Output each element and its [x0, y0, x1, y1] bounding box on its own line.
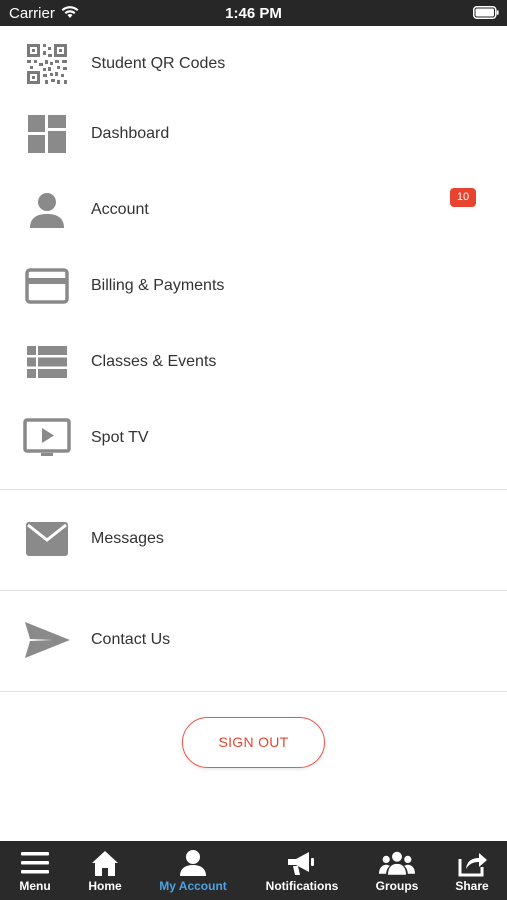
- menu-item-messages[interactable]: Messages: [0, 503, 507, 575]
- tab-notifications[interactable]: Notifications: [258, 841, 346, 900]
- person-icon: [22, 185, 72, 235]
- tab-home[interactable]: Home: [70, 841, 140, 900]
- menu-item-label: Spot TV: [91, 429, 149, 446]
- tv-play-icon: [22, 413, 72, 463]
- menu-item-label: Account: [91, 201, 149, 218]
- envelope-icon: [22, 514, 72, 564]
- share-icon: [458, 853, 487, 877]
- menu-item-label: Dashboard: [91, 125, 170, 142]
- send-icon: [22, 615, 72, 665]
- credit-card-icon: [22, 261, 72, 311]
- account-notification-badge: 10: [450, 188, 476, 207]
- status-bar: Carrier 1:46 PM: [0, 0, 507, 26]
- divider: [0, 691, 507, 692]
- tab-label: Share: [455, 879, 489, 893]
- menu-item-spot-tv[interactable]: Spot TV: [0, 402, 507, 474]
- status-time: 1:46 PM: [225, 5, 282, 22]
- menu-item-label: Student QR Codes: [91, 55, 226, 72]
- tab-menu[interactable]: Menu: [0, 841, 70, 900]
- hamburger-icon: [21, 852, 49, 874]
- tab-groups[interactable]: Groups: [362, 841, 432, 900]
- menu-item-billing-payments[interactable]: Billing & Payments: [0, 250, 507, 322]
- tab-my-account[interactable]: My Account: [148, 841, 238, 900]
- groups-icon: [379, 851, 415, 875]
- menu-item-classes-events[interactable]: Classes & Events: [0, 326, 507, 398]
- account-icon: [180, 850, 206, 876]
- home-icon: [92, 851, 118, 876]
- menu-item-dashboard[interactable]: Dashboard: [0, 98, 507, 170]
- tab-label: Home: [88, 879, 122, 893]
- megaphone-icon: [288, 852, 314, 875]
- sign-out-button[interactable]: SIGN OUT: [182, 717, 325, 768]
- tab-label: Notifications: [265, 879, 339, 893]
- tab-share[interactable]: Share: [437, 841, 507, 900]
- divider: [0, 489, 507, 490]
- menu-item-account[interactable]: Account: [0, 174, 507, 246]
- battery-icon: [473, 6, 499, 19]
- tab-label: My Account: [159, 879, 227, 893]
- tab-label: Menu: [19, 879, 51, 893]
- tab-label: Groups: [375, 879, 419, 893]
- list-icon: [22, 337, 72, 387]
- dashboard-icon: [22, 109, 72, 159]
- divider: [0, 590, 507, 591]
- bottom-tab-bar: Menu Home My Account Notifications Group…: [0, 841, 507, 900]
- qr-code-icon: [22, 39, 72, 89]
- menu-item-label: Billing & Payments: [91, 277, 225, 294]
- menu-item-contact-us[interactable]: Contact Us: [0, 604, 507, 676]
- menu-item-label: Classes & Events: [91, 353, 217, 370]
- menu-item-student-qr-codes[interactable]: Student QR Codes: [0, 28, 507, 100]
- menu-item-label: Contact Us: [91, 631, 171, 648]
- menu-item-label: Messages: [91, 530, 164, 547]
